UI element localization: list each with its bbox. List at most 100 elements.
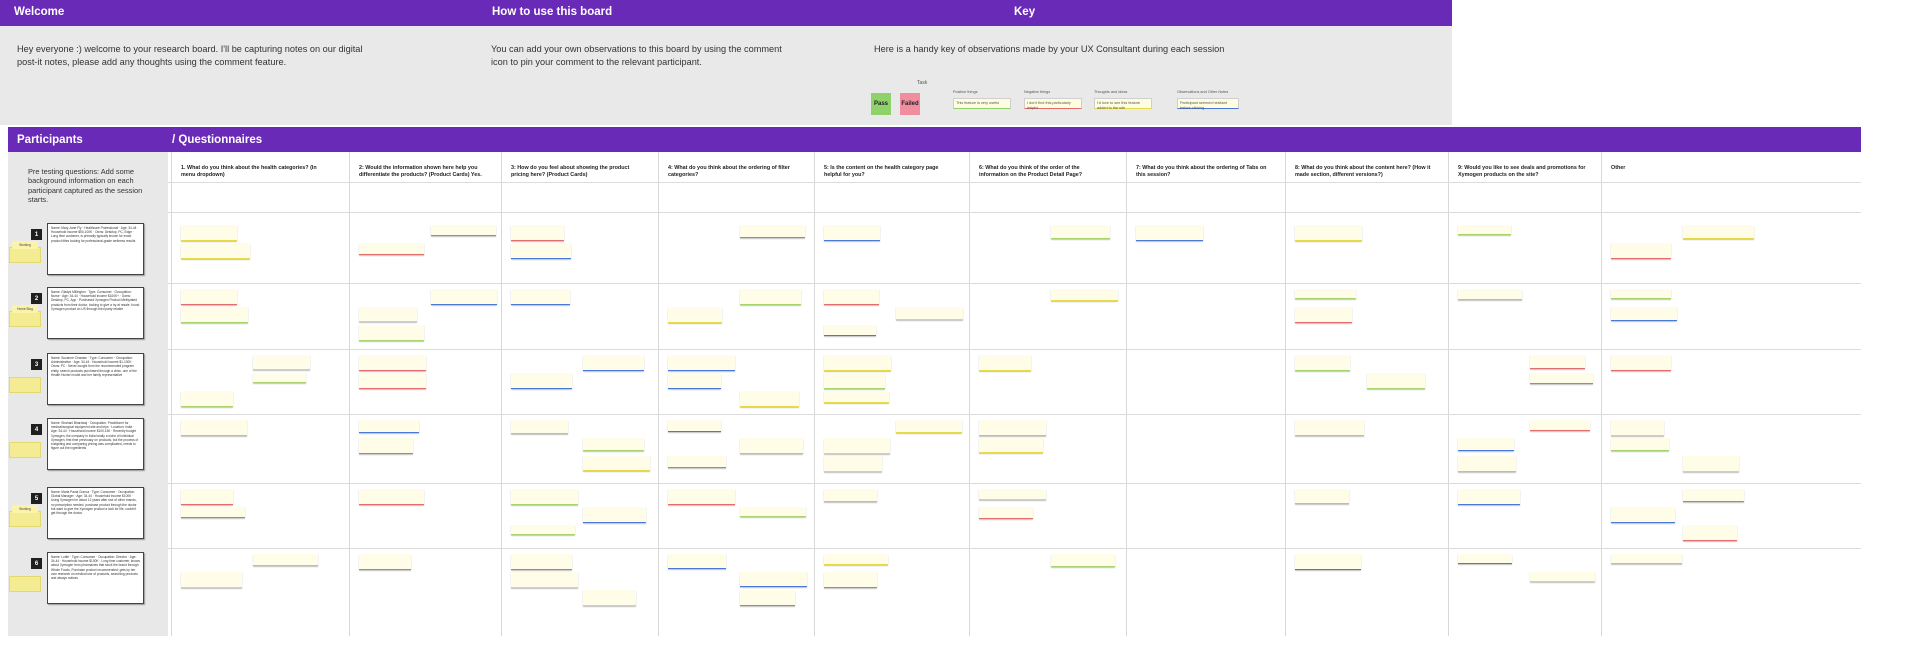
observation-sticky[interactable] xyxy=(359,420,419,433)
observation-sticky[interactable] xyxy=(359,554,411,570)
observation-sticky[interactable] xyxy=(181,507,245,518)
observation-sticky[interactable] xyxy=(824,489,877,502)
observation-sticky[interactable] xyxy=(824,373,885,389)
observation-sticky[interactable] xyxy=(359,355,426,371)
observation-sticky[interactable] xyxy=(1295,489,1349,504)
observation-sticky[interactable] xyxy=(511,225,564,241)
observation-sticky[interactable] xyxy=(1051,289,1118,301)
observation-sticky[interactable] xyxy=(359,373,426,389)
observation-sticky[interactable] xyxy=(668,355,735,371)
participant-card[interactable]: Name: Maria Paola Gurroa · Type: Consume… xyxy=(47,487,144,539)
observation-sticky[interactable] xyxy=(1611,307,1677,321)
participant-card[interactable]: Name: Lottie · Type: Consumer · Occupati… xyxy=(47,552,144,604)
observation-sticky[interactable] xyxy=(979,355,1031,371)
observation-sticky[interactable] xyxy=(359,489,424,505)
observation-sticky[interactable] xyxy=(896,307,963,320)
observation-sticky[interactable] xyxy=(181,307,248,323)
observation-sticky[interactable] xyxy=(253,373,306,383)
observation-sticky[interactable] xyxy=(740,572,807,587)
observation-sticky[interactable] xyxy=(1458,289,1522,300)
observation-sticky[interactable] xyxy=(1295,225,1362,241)
observation-sticky[interactable] xyxy=(824,572,877,588)
observation-sticky[interactable] xyxy=(668,307,722,323)
observation-sticky[interactable] xyxy=(181,289,237,305)
observation-sticky[interactable] xyxy=(181,420,247,436)
observation-sticky[interactable] xyxy=(979,420,1046,436)
observation-sticky[interactable] xyxy=(740,507,806,517)
observation-sticky[interactable] xyxy=(511,373,572,389)
observation-sticky[interactable] xyxy=(979,438,1043,453)
observation-sticky[interactable] xyxy=(824,554,888,565)
observation-sticky[interactable] xyxy=(181,572,242,588)
observation-sticky[interactable] xyxy=(1683,456,1739,472)
observation-sticky[interactable] xyxy=(253,554,318,566)
participant-card[interactable]: Name: Suzanne Chardan · Type: Consumer ·… xyxy=(47,353,144,405)
observation-sticky[interactable] xyxy=(511,525,575,535)
observation-sticky[interactable] xyxy=(1530,373,1593,384)
observation-sticky[interactable] xyxy=(1683,225,1754,239)
observation-sticky[interactable] xyxy=(740,438,803,454)
observation-sticky[interactable] xyxy=(511,572,578,588)
observation-sticky[interactable] xyxy=(824,325,876,336)
observation-sticky[interactable] xyxy=(1367,373,1425,389)
observation-sticky[interactable] xyxy=(740,289,801,305)
observation-sticky[interactable] xyxy=(740,391,799,407)
observation-sticky[interactable] xyxy=(1295,307,1352,323)
observation-sticky[interactable] xyxy=(359,325,424,341)
observation-sticky[interactable] xyxy=(824,289,879,305)
observation-sticky[interactable] xyxy=(1458,225,1511,235)
observation-sticky[interactable] xyxy=(1530,420,1590,431)
observation-sticky[interactable] xyxy=(1683,525,1737,541)
observation-sticky[interactable] xyxy=(1683,489,1744,502)
observation-sticky[interactable] xyxy=(1611,438,1669,451)
observation-sticky[interactable] xyxy=(359,307,417,322)
observation-sticky[interactable] xyxy=(583,355,644,371)
observation-sticky[interactable] xyxy=(824,225,880,241)
observation-sticky[interactable] xyxy=(824,355,891,371)
observation-sticky[interactable] xyxy=(740,590,795,606)
observation-sticky[interactable] xyxy=(668,554,726,569)
observation-sticky[interactable] xyxy=(511,289,570,305)
observation-sticky[interactable] xyxy=(824,456,882,472)
observation-sticky[interactable] xyxy=(181,489,233,505)
observation-sticky[interactable] xyxy=(1051,225,1110,239)
observation-sticky[interactable] xyxy=(431,289,497,305)
observation-sticky[interactable] xyxy=(1458,554,1512,564)
observation-sticky[interactable] xyxy=(583,456,650,471)
observation-sticky[interactable] xyxy=(979,507,1033,519)
participant-card[interactable]: Name: Mary-Jane Fly · Healthcare Profess… xyxy=(47,223,144,275)
observation-sticky[interactable] xyxy=(1458,489,1520,505)
observation-sticky[interactable] xyxy=(511,420,568,434)
observation-sticky[interactable] xyxy=(824,391,889,403)
observation-sticky[interactable] xyxy=(1458,456,1516,472)
observation-sticky[interactable] xyxy=(1458,438,1514,451)
observation-sticky[interactable] xyxy=(181,225,237,241)
observation-sticky[interactable] xyxy=(1611,554,1682,564)
observation-sticky[interactable] xyxy=(1530,355,1585,369)
observation-sticky[interactable] xyxy=(740,225,805,238)
observation-sticky[interactable] xyxy=(1295,355,1350,371)
observation-sticky[interactable] xyxy=(253,355,310,370)
participant-card[interactable]: Name: Gladys Millington · Type: Consumer… xyxy=(47,287,144,339)
observation-sticky[interactable] xyxy=(583,507,646,523)
observation-sticky[interactable] xyxy=(1530,572,1595,582)
observation-sticky[interactable] xyxy=(359,438,413,454)
observation-sticky[interactable] xyxy=(431,225,496,236)
observation-sticky[interactable] xyxy=(511,243,571,259)
observation-sticky[interactable] xyxy=(1295,289,1356,299)
observation-sticky[interactable] xyxy=(668,420,721,432)
observation-sticky[interactable] xyxy=(1136,225,1203,241)
observation-sticky[interactable] xyxy=(1611,355,1671,371)
observation-sticky[interactable] xyxy=(1611,243,1671,259)
observation-sticky[interactable] xyxy=(181,391,233,407)
observation-sticky[interactable] xyxy=(1295,420,1364,436)
participant-card[interactable]: Name: Shahani Bhardwaj · Occupation: Pra… xyxy=(47,418,144,470)
observation-sticky[interactable] xyxy=(896,420,962,433)
observation-sticky[interactable] xyxy=(511,489,578,505)
observation-sticky[interactable] xyxy=(181,243,250,259)
observation-sticky[interactable] xyxy=(1611,289,1671,299)
observation-sticky[interactable] xyxy=(1051,554,1115,567)
observation-sticky[interactable] xyxy=(583,438,644,451)
observation-sticky[interactable] xyxy=(668,489,735,505)
observation-sticky[interactable] xyxy=(979,489,1046,500)
